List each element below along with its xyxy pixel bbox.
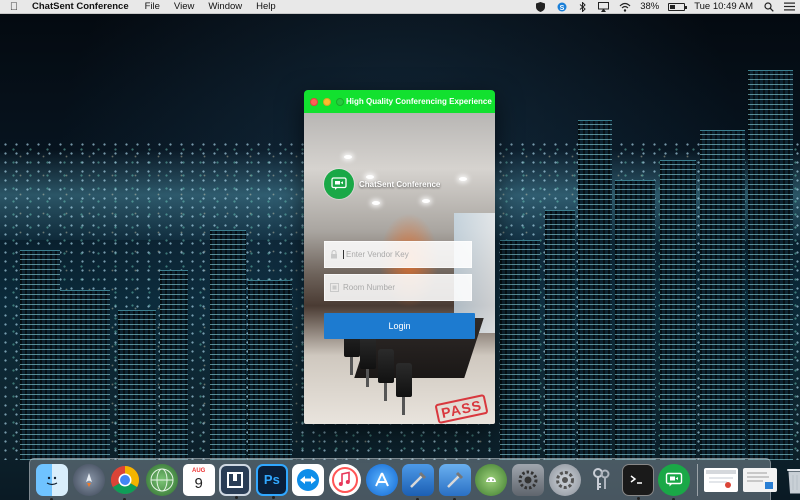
- xcode-beta-icon[interactable]: [438, 463, 471, 500]
- trash-icon[interactable]: [781, 464, 800, 496]
- android-studio-icon[interactable]: [475, 463, 508, 496]
- calendar-icon[interactable]: AUG 9: [182, 463, 215, 496]
- skyline-building: [248, 280, 292, 460]
- notification-center-icon[interactable]: [783, 2, 796, 12]
- window-titlebar[interactable]: High Quality Conferencing Experience: [304, 90, 495, 113]
- skype-icon[interactable]: S: [555, 2, 568, 12]
- room-number-input[interactable]: [343, 283, 471, 292]
- finder-icon[interactable]: [36, 463, 69, 500]
- ceiling-light: [372, 201, 380, 205]
- battery-icon[interactable]: [668, 2, 688, 11]
- menu-window[interactable]: Window: [201, 0, 249, 14]
- skyline-building: [60, 290, 110, 460]
- spotlight-search-icon[interactable]: [762, 1, 775, 12]
- chatsent-icon[interactable]: [658, 463, 691, 500]
- wifi-icon[interactable]: [618, 2, 631, 12]
- menu-help[interactable]: Help: [249, 0, 283, 14]
- itunes-icon[interactable]: [329, 463, 362, 496]
- skyline-building: [210, 230, 246, 460]
- chatsent-logo-icon: [324, 169, 354, 199]
- remote-desktop-icon[interactable]: [219, 463, 252, 499]
- skyline-building: [748, 70, 793, 460]
- globe-icon[interactable]: [146, 463, 179, 496]
- skyline-building: [500, 240, 540, 460]
- skyline-building: [660, 160, 696, 460]
- teamviewer-icon[interactable]: [292, 463, 325, 496]
- office-chair: [378, 349, 394, 401]
- office-chair: [360, 335, 376, 387]
- skyline-building: [578, 120, 612, 460]
- room-icon: [325, 275, 343, 300]
- ceiling-light: [422, 199, 430, 203]
- window-minimize-button[interactable]: [323, 97, 331, 106]
- photoshop-icon[interactable]: Ps: [255, 463, 288, 499]
- pass-stamp: PASS: [434, 393, 489, 424]
- menu-bar:  ChatSent Conference File View Window H…: [0, 0, 800, 14]
- skyline-building: [700, 130, 745, 460]
- chatsent-login-window: High Quality Conferencing Experience Cha…: [304, 90, 495, 424]
- svg-text:S: S: [559, 4, 564, 11]
- airplay-icon[interactable]: [597, 1, 610, 12]
- window-title: High Quality Conferencing Experience: [346, 97, 492, 106]
- chrome-icon[interactable]: [109, 464, 141, 500]
- launchpad-icon[interactable]: [72, 463, 105, 496]
- key-icon: [325, 242, 343, 267]
- ceiling-light: [344, 155, 352, 159]
- login-button[interactable]: Login: [324, 313, 475, 339]
- keychain-icon[interactable]: [585, 464, 617, 496]
- brand-header: ChatSent Conference: [324, 169, 440, 199]
- skyline-building: [118, 310, 156, 460]
- skyline-building: [545, 210, 575, 460]
- ceiling-light: [459, 177, 467, 181]
- settings-gear-icon[interactable]: [548, 463, 581, 496]
- menu-file[interactable]: File: [138, 0, 167, 14]
- vendor-key-input[interactable]: [343, 250, 471, 259]
- document-thumbnail-icon[interactable]: [742, 467, 777, 492]
- menu-view[interactable]: View: [167, 0, 201, 14]
- battery-percentage: 38%: [640, 1, 660, 12]
- brand-name: ChatSent Conference: [359, 179, 441, 189]
- clock[interactable]: Tue 10:49 AM: [689, 1, 758, 12]
- app-menu[interactable]: ChatSent Conference: [28, 0, 138, 14]
- conference-room-background: ChatSent Conference Login PASS: [304, 113, 495, 424]
- bluetooth-icon[interactable]: [576, 1, 589, 12]
- xcode-icon[interactable]: [402, 463, 435, 500]
- skyline-building: [20, 250, 60, 460]
- calendar-day: 9: [194, 475, 203, 492]
- system-preferences-icon[interactable]: [512, 463, 545, 496]
- shield-icon[interactable]: [534, 1, 547, 12]
- skyline-building: [615, 180, 655, 460]
- vendor-key-field[interactable]: [324, 241, 472, 268]
- apple-menu-icon[interactable]: : [0, 0, 28, 14]
- app-store-icon[interactable]: [365, 463, 398, 496]
- office-chair: [396, 363, 412, 415]
- dock: AUG 9 Ps: [29, 458, 800, 500]
- room-number-field[interactable]: [324, 274, 472, 301]
- skyline-building: [160, 270, 188, 460]
- terminal-icon[interactable]: [621, 463, 654, 500]
- dock-separator: [696, 463, 698, 496]
- browser-window-thumbnail-icon[interactable]: [703, 467, 738, 492]
- window-close-button[interactable]: [310, 97, 318, 106]
- window-zoom-button[interactable]: [336, 97, 344, 106]
